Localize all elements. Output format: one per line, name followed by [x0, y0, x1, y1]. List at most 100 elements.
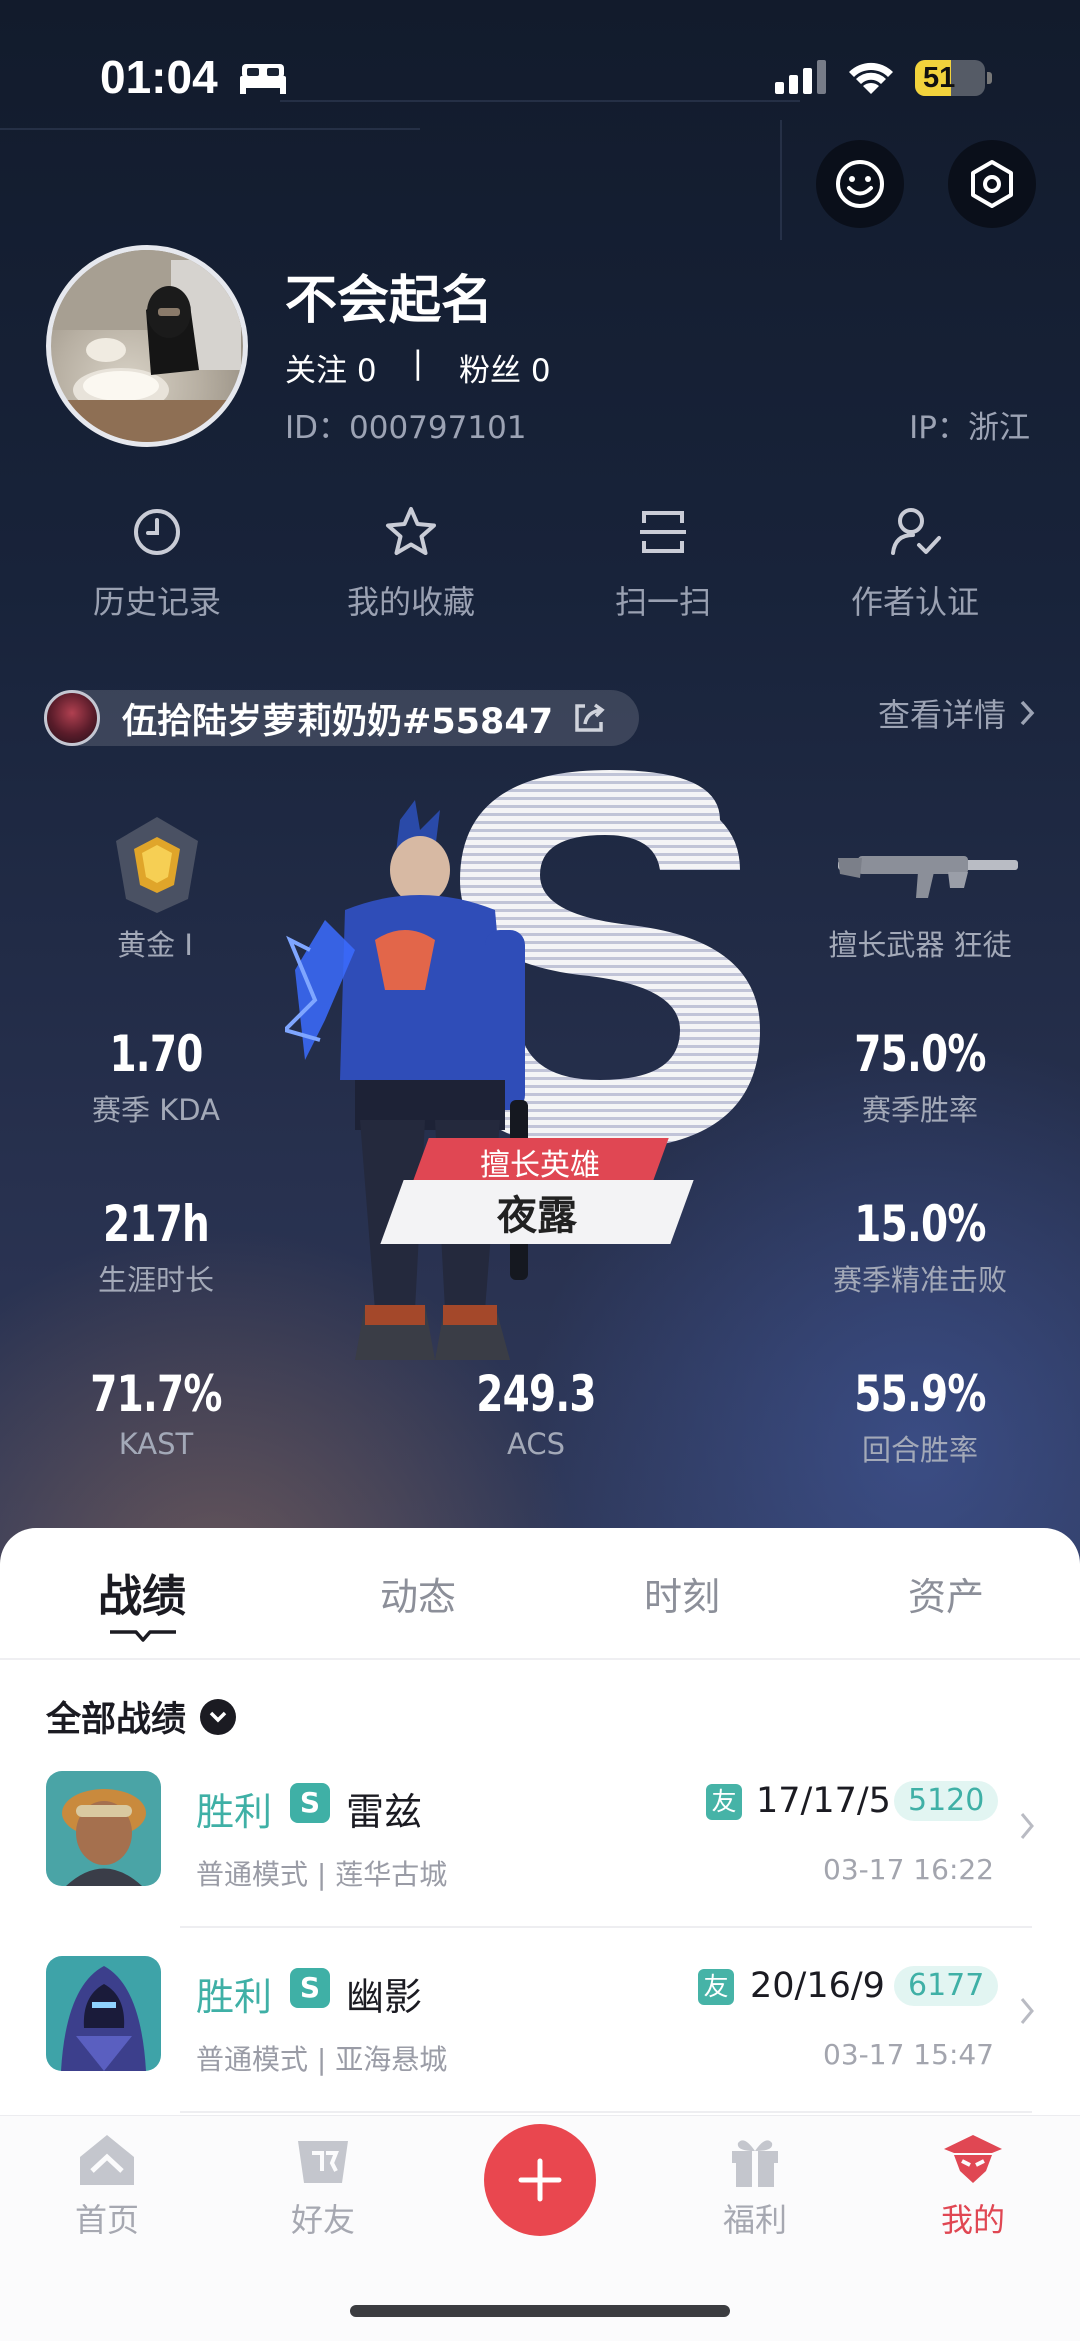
- stat-headshot-label: 赛季精准击败: [832, 1263, 1007, 1297]
- gift-icon: [732, 2140, 778, 2187]
- match-time: 03-17 15:47: [823, 2038, 994, 2071]
- stat-acs: 249.3 ACS: [416, 1365, 656, 1461]
- profile-name: 不会起名: [285, 271, 494, 331]
- settings-hexagon-icon: [971, 160, 1013, 208]
- match-rank-badge: S: [290, 1968, 330, 2008]
- nav-friends[interactable]: 好友: [248, 2131, 398, 2241]
- chevron-right-icon: [1020, 700, 1035, 726]
- match-mode: 普通模式 | 亚海悬城: [196, 2043, 448, 2076]
- stat-acs-label: ACS: [507, 1427, 565, 1461]
- match-score: 6177: [894, 1966, 999, 2006]
- decor-line: [0, 128, 420, 130]
- chevron-right-icon: [1020, 1813, 1034, 1839]
- create-post-button[interactable]: [484, 2124, 596, 2236]
- match-score: 5120: [894, 1781, 999, 1821]
- stat-kast-label: KAST: [118, 1427, 194, 1461]
- share-icon[interactable]: [571, 700, 607, 736]
- stat-headshot: 15.0% 赛季精准击败: [800, 1195, 1040, 1299]
- decor-line: [280, 100, 800, 102]
- stat-hours: 217h 生涯时长: [36, 1195, 276, 1299]
- weapon-label: 擅长武器 狂徒: [828, 928, 1012, 962]
- star-icon: [386, 507, 436, 555]
- chevron-down-icon: [200, 1698, 237, 1735]
- follow-stats: 关注 0 | 粉丝 0: [285, 345, 551, 390]
- stat-acs-value: 249.3: [476, 1365, 596, 1423]
- match-time: 03-17 16:22: [823, 1853, 994, 1886]
- settings-button[interactable]: [948, 140, 1036, 228]
- match-row[interactable]: 胜利 S 雷兹 普通模式 | 莲华古城 友 17/17/5 5120 03-17…: [0, 1771, 1080, 1931]
- view-details-label: 查看详情: [877, 696, 1006, 734]
- quick-actions: 历史记录 我的收藏 扫一扫 作者认证: [0, 505, 1080, 625]
- nav-me[interactable]: 我的: [898, 2131, 1048, 2241]
- status-bar: 01:04 51: [0, 0, 1080, 140]
- match-row[interactable]: 胜利 S 幽影 普通模式 | 亚海悬城 友 20/16/9 6177 03-17…: [0, 1956, 1080, 2116]
- stat-hours-label: 生涯时长: [97, 1263, 214, 1297]
- friend-badge: 友: [706, 1784, 742, 1820]
- following-count[interactable]: 关注 0: [285, 345, 377, 390]
- history-icon: [134, 509, 180, 555]
- rank-label: 黄金 I: [117, 928, 193, 962]
- history-button[interactable]: 历史记录: [32, 505, 282, 623]
- sleep-focus-icon: [240, 64, 286, 94]
- user-id: ID：000797101: [285, 410, 527, 446]
- nav-me-label: 我的: [940, 2201, 1005, 2239]
- nav-friends-label: 好友: [290, 2201, 355, 2239]
- stat-winrate: 75.0% 赛季胜率: [800, 1025, 1040, 1129]
- follow-separator: |: [412, 345, 424, 381]
- row-divider: [180, 1926, 1032, 1928]
- wifi-icon: [849, 62, 893, 94]
- followers-count[interactable]: 粉丝 0: [459, 345, 551, 390]
- vandal-weapon-icon: [838, 856, 1018, 898]
- records-filter-label: 全部战绩: [46, 1700, 187, 1740]
- tab-assets[interactable]: 资产: [836, 1566, 1056, 1621]
- agent-raze-avatar: [46, 1771, 161, 1886]
- tab-feed[interactable]: 动态: [308, 1566, 528, 1621]
- user-avatar[interactable]: [46, 245, 248, 447]
- stat-round-winrate-value: 55.9%: [854, 1365, 986, 1423]
- stat-kast: 71.7% KAST: [36, 1365, 276, 1461]
- favorite-agent-name: 夜露: [497, 1193, 577, 1239]
- favorite-agent-tag-label: 擅长英雄: [480, 1148, 600, 1183]
- battery-indicator: 51: [915, 60, 985, 96]
- emoji-button[interactable]: [816, 140, 904, 228]
- battery-percent: 51: [923, 62, 956, 94]
- game-account-avatar: [44, 690, 100, 746]
- match-agent: 雷兹: [346, 1790, 423, 1834]
- agent-omen-avatar: [46, 1956, 161, 2071]
- stat-winrate-label: 赛季胜率: [861, 1093, 978, 1127]
- content-tabs: 战绩 动态 时刻 资产: [0, 1528, 1080, 1660]
- favorites-button[interactable]: 我的收藏: [286, 505, 536, 623]
- favorite-agent-name-plate: 夜露: [380, 1180, 694, 1244]
- profile-screen: 01:04 51 不会起名 关注 0 | 粉丝 0 ID：000797101 I…: [0, 0, 1080, 2341]
- friends-icon: [298, 2141, 348, 2183]
- nav-home-label: 首页: [74, 2201, 139, 2239]
- tab-records[interactable]: 战绩: [32, 1560, 252, 1624]
- stat-headshot-value: 15.0%: [854, 1195, 986, 1253]
- nav-rewards[interactable]: 福利: [680, 2131, 830, 2241]
- match-agent: 幽影: [346, 1975, 423, 2019]
- view-details-link[interactable]: 查看详情: [878, 690, 1036, 736]
- stat-kda-label: 赛季 KDA: [92, 1093, 220, 1127]
- rank-gold-icon: [116, 817, 198, 913]
- records-filter[interactable]: 全部战绩: [46, 1691, 237, 1742]
- row-divider: [180, 2111, 1032, 2113]
- stat-round-winrate-label: 回合胜率: [861, 1433, 978, 1467]
- nav-home[interactable]: 首页: [32, 2131, 182, 2241]
- scan-icon: [640, 511, 686, 553]
- favorite-agent-tag: 擅长英雄: [411, 1138, 669, 1186]
- author-verify-label: 作者认证: [850, 583, 979, 621]
- stat-kast-value: 71.7%: [90, 1365, 222, 1423]
- stat-hours-value: 217h: [102, 1195, 210, 1253]
- home-indicator[interactable]: [350, 2305, 730, 2317]
- scan-button[interactable]: 扫一扫: [538, 505, 788, 623]
- tab-moments[interactable]: 时刻: [572, 1566, 792, 1621]
- game-account-name: 伍拾陆岁萝莉奶奶#55847: [122, 701, 554, 742]
- author-verify-button[interactable]: 作者认证: [790, 505, 1040, 623]
- stat-kda-value: 1.70: [109, 1025, 203, 1083]
- match-kda: 17/17/5: [756, 1781, 891, 1821]
- game-account-pill[interactable]: 伍拾陆岁萝莉奶奶#55847: [44, 690, 639, 746]
- decor-line: [780, 120, 782, 240]
- plus-icon: [518, 2158, 562, 2202]
- cellular-signal-icon: [775, 60, 826, 94]
- stat-winrate-value: 75.0%: [854, 1025, 986, 1083]
